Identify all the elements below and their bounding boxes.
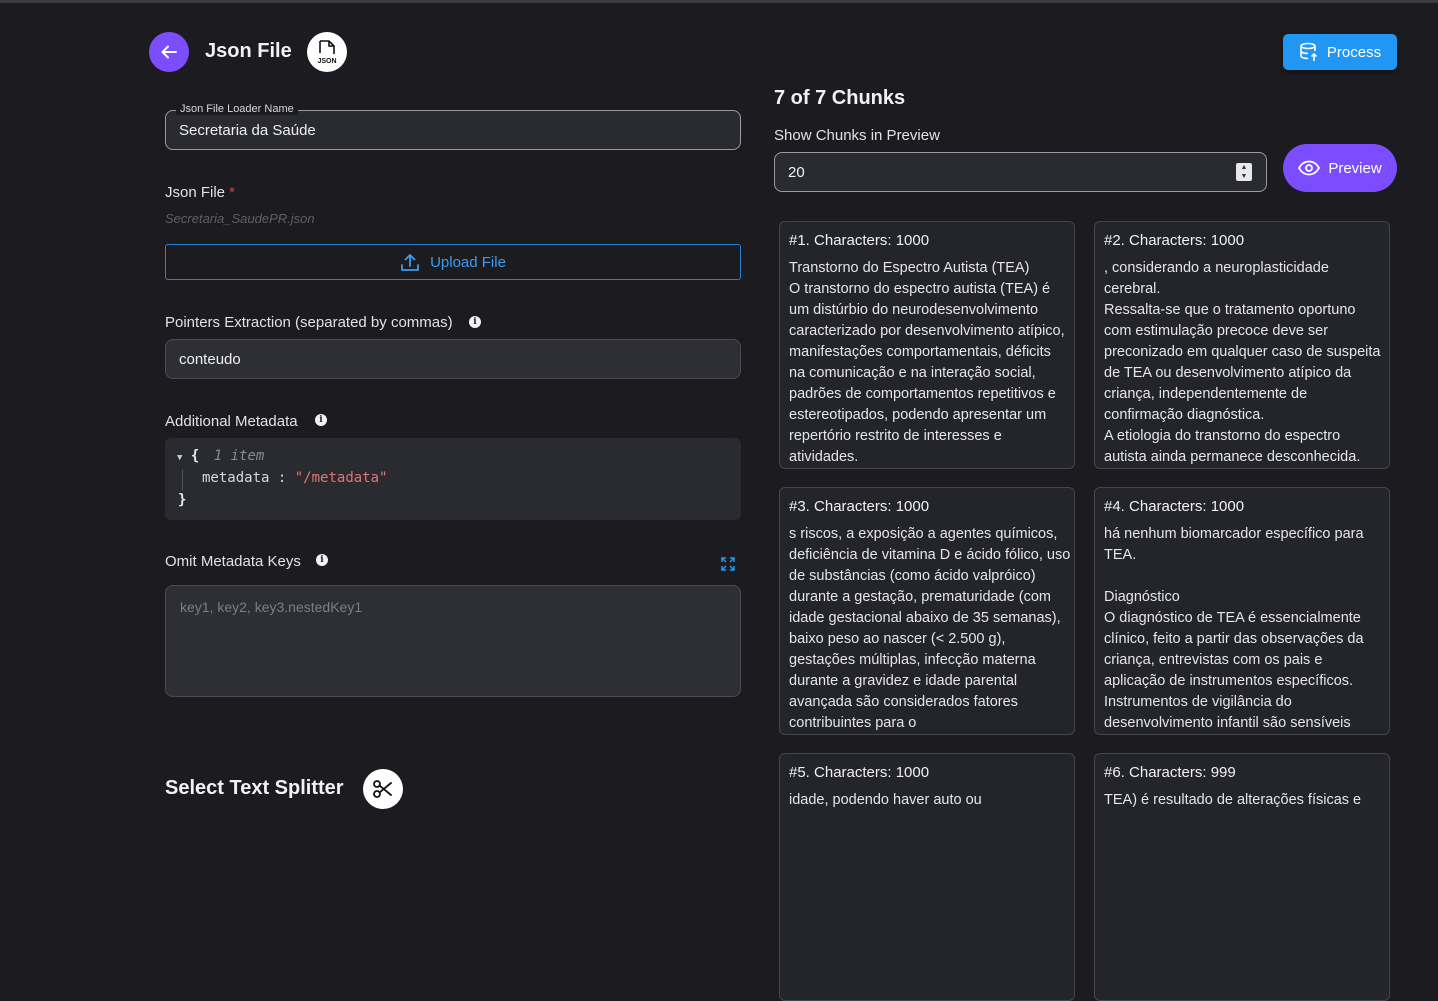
back-button[interactable] bbox=[149, 32, 189, 72]
metadata-label: Additional Metadata bbox=[165, 413, 298, 430]
database-upload-icon bbox=[1300, 42, 1317, 61]
chunk-title: #3. Characters: 1000 bbox=[789, 498, 930, 515]
required-mark: * bbox=[229, 184, 235, 201]
chunk-title: #6. Characters: 999 bbox=[1104, 764, 1236, 781]
eye-icon bbox=[1298, 160, 1321, 176]
chunk-card: #6. Characters: 999 TEA) é resultado de … bbox=[1094, 753, 1390, 1001]
chunk-text: idade, podendo haver auto ou bbox=[789, 792, 982, 808]
preview-button-label: Preview bbox=[1328, 159, 1382, 177]
json-root-line: ▼ { 1 item bbox=[177, 448, 264, 464]
json-colon: : bbox=[277, 470, 287, 486]
chunk-card: #3. Characters: 1000 s riscos, a exposiç… bbox=[779, 487, 1075, 735]
chunk-text: Transtorno do Espectro Autista (TEA) O t… bbox=[789, 260, 1065, 465]
json-file-label-text: Json File bbox=[165, 184, 226, 201]
json-open-brace: { bbox=[190, 448, 200, 464]
json-entry[interactable]: metadata : "/metadata" bbox=[202, 470, 387, 486]
select-text-splitter-title: Select Text Splitter bbox=[165, 777, 344, 799]
loader-name-field[interactable]: Json File Loader Name Secretaria da Saúd… bbox=[165, 103, 741, 150]
scissors-icon bbox=[363, 769, 403, 809]
preview-button[interactable]: Preview bbox=[1283, 144, 1397, 192]
show-chunks-value: 20 bbox=[788, 164, 805, 181]
show-chunks-label: Show Chunks in Preview bbox=[774, 127, 940, 144]
json-indent-guide bbox=[182, 470, 183, 490]
omit-keys-info-icon[interactable]: i bbox=[316, 554, 328, 566]
upload-file-label: Upload File bbox=[430, 253, 506, 271]
json-key: metadata bbox=[202, 470, 270, 486]
arrow-left-icon bbox=[161, 45, 177, 59]
omit-keys-placeholder: key1, key2, key3.nestedKey1 bbox=[180, 599, 363, 615]
pointers-label: Pointers Extraction (separated by commas… bbox=[165, 314, 453, 331]
json-close-brace: } bbox=[178, 492, 187, 508]
upload-file-button[interactable]: Upload File bbox=[165, 244, 741, 280]
chunk-card: #4. Characters: 1000 há nenhum biomarcad… bbox=[1094, 487, 1390, 735]
loader-name-legend: Json File Loader Name bbox=[176, 103, 298, 115]
json-item-count: 1 item bbox=[213, 448, 265, 464]
upload-icon bbox=[401, 254, 419, 271]
pointers-input[interactable]: conteudo bbox=[165, 339, 741, 379]
chunk-text: há nenhum biomarcador específico para TE… bbox=[1104, 526, 1364, 731]
page-title: Json File bbox=[205, 40, 292, 62]
chunks-count-title: 7 of 7 Chunks bbox=[774, 87, 906, 109]
spinner-down-icon[interactable]: ▼ bbox=[1241, 173, 1248, 180]
chunk-text: , considerando a neuroplasticidade cereb… bbox=[1104, 260, 1381, 465]
selected-filename: Secretaria_SaudePR.json bbox=[165, 211, 315, 226]
chunk-card: #5. Characters: 1000 idade, podendo have… bbox=[779, 753, 1075, 1001]
metadata-info-icon[interactable]: i bbox=[315, 414, 327, 426]
chunk-text: s riscos, a exposição a agentes químicos… bbox=[789, 526, 1071, 731]
process-button-label: Process bbox=[1326, 43, 1382, 61]
chunk-title: #4. Characters: 1000 bbox=[1104, 498, 1245, 515]
collapse-caret-icon[interactable]: ▼ bbox=[177, 453, 182, 463]
loader-name-value: Secretaria da Saúde bbox=[179, 122, 316, 139]
omit-keys-textarea[interactable]: key1, key2, key3.nestedKey1 bbox=[165, 585, 741, 697]
spinner-up-icon[interactable]: ▲ bbox=[1241, 164, 1248, 171]
pointers-value: conteudo bbox=[179, 351, 241, 368]
chunk-card: #1. Characters: 1000 Transtorno do Espec… bbox=[779, 221, 1075, 469]
metadata-json-editor[interactable]: ▼ { 1 item metadata : "/metadata" } bbox=[165, 438, 741, 520]
show-chunks-input[interactable]: 20 ▲ ▼ bbox=[774, 152, 1267, 192]
json-badge-text: JSON bbox=[317, 58, 336, 65]
json-value: "/metadata" bbox=[294, 470, 388, 486]
pointers-info-icon[interactable]: i bbox=[469, 316, 481, 328]
json-file-label: Json File * bbox=[165, 184, 235, 201]
chunk-title: #1. Characters: 1000 bbox=[789, 232, 930, 249]
number-spinner[interactable]: ▲ ▼ bbox=[1236, 163, 1252, 181]
omit-keys-label: Omit Metadata Keys bbox=[165, 553, 301, 570]
process-button[interactable]: Process bbox=[1283, 34, 1397, 70]
window-top-border bbox=[0, 0, 1438, 3]
expand-icon[interactable] bbox=[721, 557, 735, 571]
chunk-title: #5. Characters: 1000 bbox=[789, 764, 930, 781]
chunk-card: #2. Characters: 1000 , considerando a ne… bbox=[1094, 221, 1390, 469]
chunk-title: #2. Characters: 1000 bbox=[1104, 232, 1245, 249]
chunk-text: TEA) é resultado de alterações físicas e bbox=[1104, 792, 1362, 808]
json-file-icon: JSON bbox=[307, 32, 347, 72]
